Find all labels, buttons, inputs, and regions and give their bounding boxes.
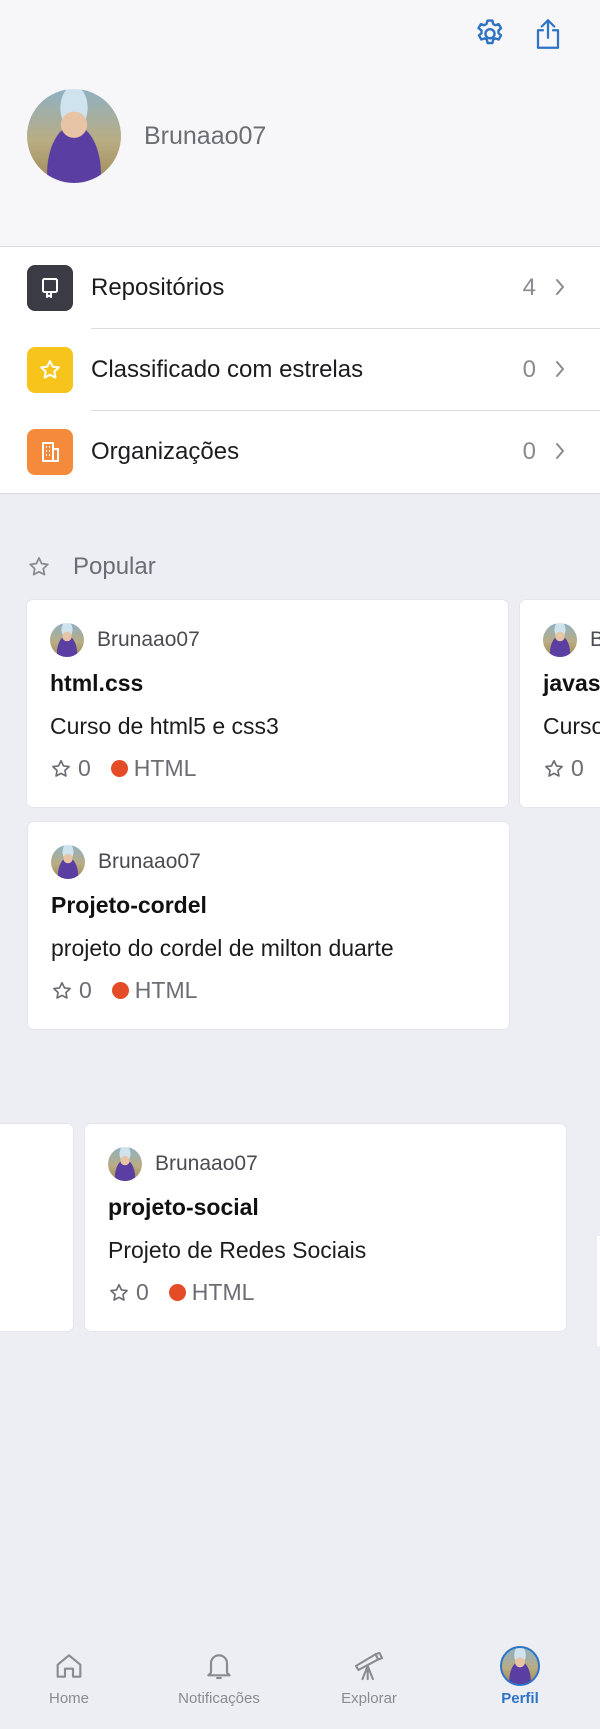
telescope-icon — [354, 1651, 384, 1681]
star-count: 0 — [136, 1279, 149, 1305]
owner-avatar — [108, 1147, 142, 1181]
tab-label: Perfil — [501, 1690, 539, 1707]
share-icon — [536, 19, 560, 49]
repo-owner: Brunaao07 — [98, 850, 201, 873]
repo-language: HTML — [134, 977, 198, 1003]
tab-profile[interactable]: Perfil — [460, 1646, 580, 1707]
repo-owner: B — [590, 628, 600, 651]
owner-avatar — [50, 623, 84, 657]
repo-meta: 0 — [543, 755, 584, 782]
gear-icon — [477, 19, 503, 45]
star-outline-icon — [29, 557, 49, 576]
star-outline-icon — [52, 759, 70, 777]
home-icon — [56, 1654, 82, 1678]
star-outline-icon — [53, 981, 71, 999]
repo-description: projeto do cordel de milton duarte — [51, 935, 394, 961]
profile-username: Brunaao07 — [144, 122, 267, 150]
settings-button[interactable] — [470, 14, 510, 54]
popular-title: Popular — [73, 553, 156, 580]
repo-name: Projeto-cordel — [51, 892, 207, 918]
star-count: 0 — [79, 977, 92, 1003]
menu-count: 0 — [522, 356, 536, 383]
repo-card[interactable]: Brunaao07 projeto-social Projeto de Rede… — [85, 1124, 566, 1331]
menu-label: Classificado com estrelas — [91, 356, 364, 383]
menu-item-starred[interactable]: Classificado com estrelas 0 — [0, 329, 600, 411]
repo-name: projeto-social — [108, 1194, 259, 1220]
profile-avatar[interactable] — [27, 89, 121, 183]
menu-count: 0 — [522, 438, 536, 465]
profile-header: Brunaao07 — [0, 0, 600, 247]
repo-card[interactable]: Brunaao07 Projeto-cordel projeto do cord… — [28, 822, 509, 1029]
repo-description: Curso de html5 e css3 — [50, 713, 279, 739]
repo-owner: Brunaao07 — [97, 628, 200, 651]
tab-home[interactable]: Home — [9, 1646, 129, 1707]
star-count: 0 — [78, 755, 91, 781]
repo-description: Curso — [543, 713, 600, 739]
star-count: 0 — [571, 755, 584, 781]
repo-meta: 0 HTML — [50, 755, 196, 782]
menu-item-repositories[interactable]: Repositórios 4 — [0, 247, 600, 329]
repo-language: HTML — [133, 755, 197, 781]
tab-bar: Home Notificações Explorar Perfil — [0, 1628, 600, 1729]
tab-label: Home — [48, 1690, 89, 1707]
owner-avatar — [543, 623, 577, 657]
repo-name: javas — [543, 670, 600, 696]
menu-item-organizations[interactable]: Organizações 0 — [0, 411, 600, 493]
chevron-right-icon — [556, 361, 564, 377]
share-button[interactable] — [528, 14, 568, 54]
bell-icon — [207, 1654, 231, 1680]
repo-language: HTML — [191, 1279, 255, 1305]
chevron-right-icon — [556, 443, 564, 459]
tab-label: Notificações — [178, 1690, 260, 1707]
repo-description: Projeto de Redes Sociais — [108, 1237, 367, 1263]
tab-notifications[interactable]: Notificações — [159, 1646, 279, 1707]
menu-count: 4 — [522, 274, 536, 301]
repo-name: html.css — [50, 670, 144, 696]
repo-card[interactable]: Brunaao07 html.css Curso de html5 e css3… — [27, 600, 508, 807]
avatar — [500, 1646, 540, 1686]
repo-card-clipped[interactable] — [0, 1124, 73, 1331]
repo-card[interactable]: B javas Curso 0 — [520, 600, 600, 807]
language-dot — [110, 760, 128, 777]
menu-label: Organizações — [91, 438, 240, 465]
star-outline-icon — [545, 759, 563, 777]
tab-label: Explorar — [341, 1690, 397, 1707]
star-outline-icon — [110, 1283, 128, 1301]
menu-label: Repositórios — [91, 274, 225, 301]
repo-meta: 0 HTML — [51, 977, 197, 1004]
repo-owner: Brunaao07 — [155, 1152, 258, 1175]
tab-explore[interactable]: Explorar — [309, 1646, 429, 1707]
profile-menu: Repositórios 4 Classificado com estrelas… — [0, 247, 600, 494]
repo-icon — [27, 265, 73, 311]
language-dot — [111, 982, 129, 999]
building-icon — [27, 429, 73, 475]
popular-heading: Popular — [27, 552, 156, 582]
owner-avatar — [51, 845, 85, 879]
star-icon — [27, 347, 73, 393]
language-dot — [168, 1284, 186, 1301]
repo-meta: 0 HTML — [108, 1279, 254, 1306]
chevron-right-icon — [556, 279, 564, 295]
